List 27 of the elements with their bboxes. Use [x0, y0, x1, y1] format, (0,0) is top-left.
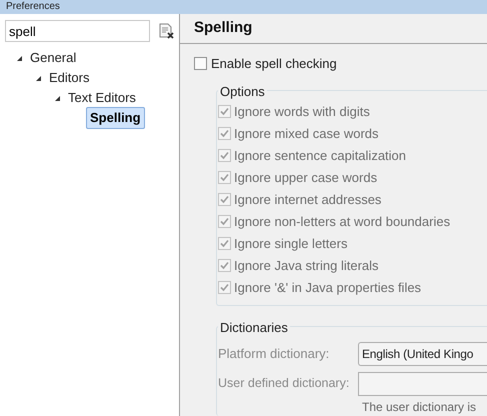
checkbox-label: Ignore words with digits — [234, 102, 370, 121]
expand-icon[interactable] — [35, 74, 42, 82]
checkbox-label: Ignore internet addresses — [234, 190, 382, 209]
tree-item[interactable]: Editors — [48, 68, 90, 88]
field-label: User defined dictionary: — [217, 375, 350, 392]
checkbox-label: Ignore '&' in Java properties files — [234, 278, 422, 297]
checkbox[interactable] — [194, 57, 207, 70]
page-title: Spelling — [194, 18, 252, 38]
note-text: The user dictionary is — [362, 400, 476, 414]
user-dictionary-field[interactable] — [358, 372, 487, 396]
checkbox-label: Ignore sentence capitalization — [234, 146, 406, 165]
checkbox-label: Ignore Java string literals — [234, 256, 379, 275]
tree-item[interactable]: Text Editors — [67, 88, 137, 108]
checkbox-label: Ignore single letters — [234, 234, 348, 253]
expand-icon[interactable] — [16, 54, 23, 62]
dictionary-dropdown[interactable]: English (United Kingo — [358, 342, 487, 366]
field-label: Platform dictionary: — [217, 344, 330, 363]
checkbox-label: Ignore mixed case words — [234, 124, 379, 143]
filter-field[interactable]: spell — [5, 20, 150, 42]
window-title: Preferences — [6, 1, 60, 13]
checkbox-label: Ignore upper case words — [234, 168, 378, 187]
checkbox-label: Enable spell checking — [211, 55, 337, 73]
checkbox-label: Ignore non-letters at word boundaries — [234, 212, 450, 231]
clear-filter-icon[interactable] — [158, 23, 174, 39]
tree-item[interactable]: General — [29, 48, 78, 68]
tree-item[interactable]: Spelling — [86, 107, 145, 129]
expand-icon[interactable] — [54, 94, 61, 102]
